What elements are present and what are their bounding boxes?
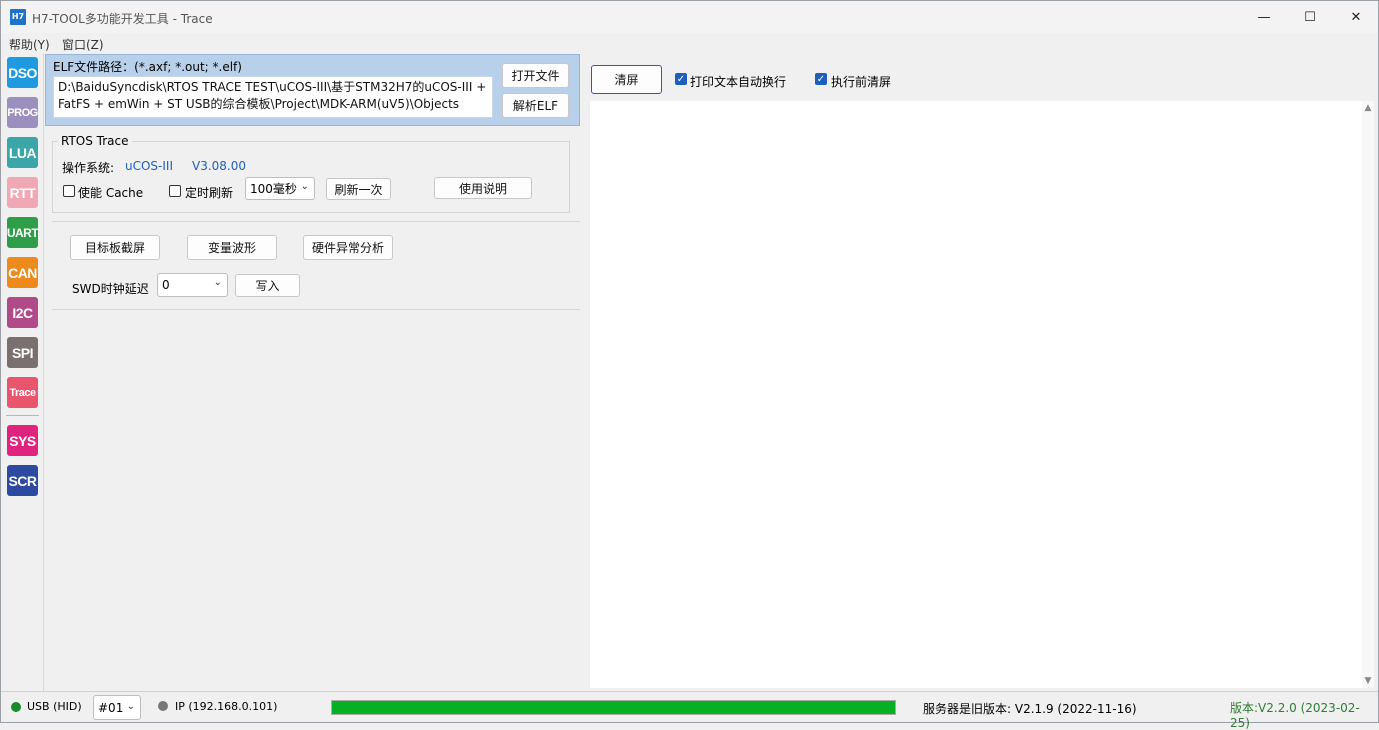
tool-can-button[interactable]: CAN	[7, 257, 38, 288]
server-version-label: 服务器是旧版本: V2.1.9 (2022-11-16)	[923, 702, 1137, 716]
rtos-trace-group-title: RTOS Trace	[58, 134, 132, 148]
tool-i2c-button[interactable]: I2C	[7, 297, 38, 328]
swd-delay-label: SWD时钟延迟	[72, 282, 149, 296]
maximize-button[interactable]: ☐	[1287, 1, 1333, 33]
elf-panel: ELF文件路径：(*.axf; *.out; *.elf) D:\BaiduSy…	[45, 54, 580, 126]
tool-lua-button[interactable]: LUA	[7, 137, 38, 168]
timed-refresh-label: 定时刷新	[185, 186, 234, 200]
menu-window[interactable]: 窗口(Z)	[62, 36, 104, 53]
os-label: 操作系统:	[62, 161, 115, 175]
section-divider	[52, 221, 580, 222]
menu-help[interactable]: 帮助(Y)	[9, 36, 50, 53]
chevron-down-icon: ⌄	[300, 181, 309, 192]
ip-status-label: IP (192.168.0.101)	[175, 700, 278, 713]
elf-path-field[interactable]: D:\BaiduSyncdisk\RTOS TRACE TEST\uCOS-II…	[53, 76, 493, 118]
swd-delay-value: 0	[162, 278, 170, 292]
enable-cache-label: 使能 Cache	[78, 186, 144, 200]
progress-fill	[332, 701, 895, 714]
title-bar: H7 H7-TOOL多功能开发工具 - Trace — ☐ ✕	[1, 1, 1378, 33]
variable-wave-button[interactable]: 变量波形	[187, 235, 277, 260]
tool-trace-button[interactable]: Trace	[7, 377, 38, 408]
hard-fault-analysis-button[interactable]: 硬件异常分析	[303, 235, 393, 260]
open-file-button[interactable]: 打开文件	[502, 63, 569, 88]
tool-dso-button[interactable]: DSO	[7, 57, 38, 88]
parse-elf-button[interactable]: 解析ELF	[502, 93, 569, 118]
refresh-once-button[interactable]: 刷新一次	[326, 178, 391, 200]
usb-status-icon	[11, 702, 21, 712]
auto-wrap-label: 打印文本自动换行	[690, 75, 787, 89]
output-text-area[interactable]	[590, 101, 1363, 688]
progress-bar	[331, 700, 896, 715]
swd-delay-select[interactable]: 0 ⌄	[157, 273, 228, 297]
tool-scr-button[interactable]: SCR	[7, 465, 38, 496]
window-title: H7-TOOL多功能开发工具 - Trace	[32, 12, 213, 26]
timed-refresh-checkbox[interactable]	[169, 185, 181, 197]
close-button[interactable]: ✕	[1333, 1, 1379, 33]
usage-help-button[interactable]: 使用说明	[434, 177, 532, 199]
target-screenshot-button[interactable]: 目标板截屏	[70, 235, 160, 260]
section-divider	[52, 309, 580, 310]
scroll-down-arrow-icon[interactable]: ▼	[1362, 676, 1374, 686]
toolbar-divider	[6, 415, 39, 416]
auto-wrap-checkbox[interactable]: ✓	[675, 73, 687, 85]
app-version-label: 版本:V2.2.0 (2023-02-25)	[1230, 701, 1360, 730]
clear-before-run-label: 执行前清屏	[831, 75, 892, 89]
tool-spi-button[interactable]: SPI	[7, 337, 38, 368]
tool-rtt-button[interactable]: RTT	[7, 177, 38, 208]
minimize-button[interactable]: —	[1241, 1, 1287, 33]
os-name: uCOS-III	[125, 159, 173, 173]
tool-prog-button[interactable]: PROG	[7, 97, 38, 128]
os-version: V3.08.00	[192, 159, 247, 173]
device-value: #01	[98, 700, 124, 715]
chevron-down-icon: ⌄	[213, 277, 222, 288]
menu-bar: 帮助(Y) 窗口(Z)	[1, 33, 1378, 53]
refresh-interval-value: 100毫秒	[250, 182, 297, 196]
elf-path-label: ELF文件路径：(*.axf; *.out; *.elf)	[53, 60, 242, 74]
output-scrollbar[interactable]: ▲ ▼	[1362, 101, 1374, 688]
clear-before-run-checkbox[interactable]: ✓	[815, 73, 827, 85]
tool-uart-button[interactable]: UART	[7, 217, 39, 248]
device-select[interactable]: #01 ⌄	[93, 695, 141, 720]
usb-status-label: USB (HID)	[27, 700, 82, 713]
app-icon: H7	[10, 9, 26, 25]
write-button[interactable]: 写入	[235, 274, 300, 297]
tool-sys-button[interactable]: SYS	[7, 425, 38, 456]
enable-cache-checkbox[interactable]	[63, 185, 75, 197]
scroll-up-arrow-icon[interactable]: ▲	[1362, 103, 1374, 113]
refresh-interval-select[interactable]: 100毫秒 ⌄	[245, 177, 315, 200]
chevron-down-icon: ⌄	[126, 701, 135, 712]
app-window: H7 H7-TOOL多功能开发工具 - Trace — ☐ ✕ 帮助(Y) 窗口…	[0, 0, 1379, 730]
clear-screen-button[interactable]: 清屏	[591, 65, 662, 94]
status-bar: USB (HID) #01 ⌄ IP (192.168.0.101) 服务器是旧…	[1, 691, 1378, 730]
ip-status-icon	[158, 701, 168, 711]
tool-sidebar: DSO PROG LUA RTT UART CAN I2C SPI Trace …	[1, 53, 44, 691]
